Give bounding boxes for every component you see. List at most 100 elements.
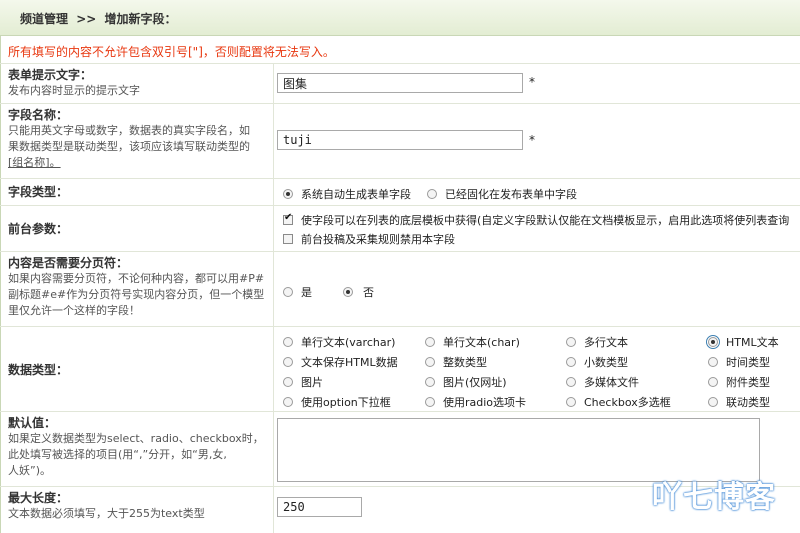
checkbox-icon[interactable] [283,212,293,225]
data-type-option[interactable]: 图片(仅网址) [425,374,507,390]
data-type-option-label: 使用radio选项卡 [443,396,527,409]
field-name-desc-line3: [组名称]。 [8,156,61,169]
default-value-title: 默认值： [8,416,57,430]
radio-icon[interactable] [425,337,435,347]
data-type-title: 数据类型： [8,363,69,377]
checkbox-icon[interactable] [283,234,293,244]
label-max-length: 最大长度： 文本数据必须填写，大于255为text类型 [8,491,266,522]
watermark-logo: 吖七博客 [652,480,776,515]
default-value-desc-line1: 如果定义数据类型为select、radio、checkbox时， [8,432,264,445]
data-type-option[interactable]: HTML文本 [706,334,779,350]
field-name-input[interactable] [277,130,523,150]
data-type-option-label: Checkbox多选框 [584,396,671,409]
label-default-value: 默认值： 如果定义数据类型为select、radio、checkbox时， 此处… [8,416,266,479]
max-length-desc: 文本数据必须填写，大于255为text类型 [8,507,205,520]
frontend-title: 前台参数： [8,222,69,236]
radio-icon[interactable] [706,335,720,349]
data-type-option[interactable]: 多媒体文件 [566,374,639,390]
data-type-option[interactable]: 使用option下拉框 [283,394,391,410]
form-hint-input[interactable] [277,73,523,93]
warning-text: 所有填写的内容不允许包含双引号["]，否则配置将无法写入。 [8,45,335,59]
data-type-option-label: 整数类型 [443,356,487,369]
row-field-type: 字段类型： 系统自动生成表单字段 已经固化在发布表单中字段 [0,179,800,206]
data-type-option[interactable]: 图片 [283,374,323,390]
row-data-type: 数据类型： 单行文本(varchar) 单行文本(char) 多行文本 HTML文本文… [0,327,800,412]
max-length-title: 最大长度： [8,491,69,505]
radio-icon[interactable] [427,189,437,199]
label-frontend: 前台参数： [8,222,266,237]
radio-icon[interactable] [425,397,435,407]
form-hint-title: 表单提示文字： [8,68,93,82]
data-type-option-label: 单行文本(char) [443,336,520,349]
data-type-option[interactable]: 单行文本(varchar) [283,334,395,350]
warning-row: 所有填写的内容不允许包含双引号["]，否则配置将无法写入。 [0,36,800,64]
default-value-desc-line3: 人妖”)。 [8,464,51,477]
radio-icon[interactable] [566,337,576,347]
label-field-type: 字段类型： [8,185,266,200]
radio-icon[interactable] [283,287,293,297]
data-type-option-label: 多行文本 [584,336,628,349]
row-field-name: 字段名称： 只能用英文字母或数字，数据表的真实字段名，如 果数据类型是联动类型，… [0,104,800,179]
label-data-type: 数据类型： [8,363,266,378]
field-type-option-fixed[interactable]: 已经固化在发布表单中字段 [427,186,577,202]
radio-icon[interactable] [566,377,576,387]
radio-icon[interactable] [566,357,576,367]
radio-icon[interactable] [425,377,435,387]
data-type-option[interactable]: 多行文本 [566,334,628,350]
field-type-option-auto[interactable]: 系统自动生成表单字段 [283,186,411,202]
field-type-title: 字段类型： [8,185,69,199]
breadcrumb-separator: >> [76,12,97,26]
breadcrumb-channel-link[interactable]: 频道管理 [20,12,68,26]
paging-option-no[interactable]: 否 [343,284,374,300]
label-form-hint: 表单提示文字： 发布内容时显示的提示文字 [8,68,266,99]
radio-icon[interactable] [283,337,293,347]
data-type-option[interactable]: 文本保存HTML数据 [283,354,398,370]
data-type-option-label: 使用option下拉框 [301,396,391,409]
data-type-option[interactable]: Checkbox多选框 [566,394,671,410]
data-type-option-label: 多媒体文件 [584,376,639,389]
radio-icon[interactable] [708,377,718,387]
radio-icon[interactable] [566,397,576,407]
radio-icon[interactable] [708,357,718,367]
data-type-option-label: 文本保存HTML数据 [301,356,398,369]
radio-icon[interactable] [283,397,293,407]
row-paging: 内容是否需要分页符： 如果内容需要分页符，不论何种内容，都可以用#P# 副标题#… [0,252,800,327]
paging-desc-line2: 副标题#e#作为分页符号实现内容分页，但一个模型 [8,288,265,301]
field-name-title: 字段名称： [8,108,69,122]
radio-icon[interactable] [283,377,293,387]
data-type-option[interactable]: 使用radio选项卡 [425,394,526,410]
data-type-option-label: 联动类型 [726,396,770,409]
radio-icon[interactable] [343,287,353,297]
radio-icon[interactable] [425,357,435,367]
paging-desc-line3: 里仅允许一个这样的字段！ [8,304,140,317]
label-field-name: 字段名称： 只能用英文字母或数字，数据表的真实字段名，如 果数据类型是联动类型，… [8,108,266,171]
data-type-option[interactable]: 附件类型 [708,374,770,390]
paging-title: 内容是否需要分页符： [8,256,129,270]
data-type-option-label: 单行文本(varchar) [301,336,396,349]
frontend-option-disable-submit[interactable]: 前台投稿及采集规则禁用本字段 [283,231,455,247]
data-type-option[interactable]: 时间类型 [708,354,770,370]
data-type-option[interactable]: 单行文本(char) [425,334,520,350]
paging-option-yes[interactable]: 是 [283,284,312,300]
field-name-required-mark: * [529,133,535,147]
radio-icon[interactable] [708,397,718,407]
field-name-desc-line1: 只能用英文字母或数字，数据表的真实字段名，如 [8,124,250,137]
frontend-option-list-template[interactable]: 使字段可以在列表的底层模板中获得(自定义字段默认仅能在文档模板显示，启用此选项将… [283,212,789,228]
radio-icon[interactable] [283,357,293,367]
data-type-option[interactable]: 联动类型 [708,394,770,410]
data-type-option-label: 时间类型 [726,356,770,369]
data-type-option-label: 附件类型 [726,376,770,389]
form-hint-desc: 发布内容时显示的提示文字 [8,84,140,97]
row-frontend-params: 前台参数： 使字段可以在列表的底层模板中获得(自定义字段默认仅能在文档模板显示，… [0,206,800,252]
data-type-option-label: 小数类型 [584,356,628,369]
radio-icon[interactable] [283,189,293,199]
data-type-option[interactable]: 整数类型 [425,354,487,370]
label-paging: 内容是否需要分页符： 如果内容需要分页符，不论何种内容，都可以用#P# 副标题#… [8,256,266,319]
max-length-input[interactable] [277,497,362,517]
paging-desc-line1: 如果内容需要分页符，不论何种内容，都可以用#P# [8,272,265,285]
data-type-option-label: 图片 [301,376,323,389]
breadcrumb: 频道管理 >> 增加新字段： [20,10,177,27]
data-type-option[interactable]: 小数类型 [566,354,628,370]
default-value-desc-line2: 此处填写被选择的项目(用“,”分开，如“男,女, [8,448,227,461]
field-name-desc-line2: 果数据类型是联动类型，该项应该填写联动类型的 [8,140,250,153]
